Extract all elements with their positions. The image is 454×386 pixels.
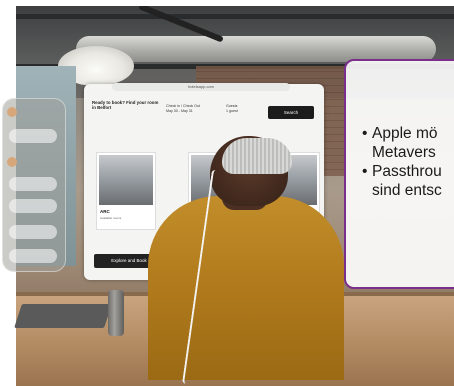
bullet-item: • Passthrou [362, 162, 454, 181]
avatar [7, 107, 17, 117]
cup [108, 290, 124, 336]
hero-heading: Ready to book? Find your room in Belfort [92, 100, 159, 111]
bullet-text-cont: Metavers [372, 144, 436, 161]
headset [222, 138, 292, 174]
bullet-dot: • [362, 125, 368, 142]
hotel-subtext: Available rooms [100, 216, 122, 220]
tablet [14, 304, 112, 328]
bullet-list: • Apple mö Metavers • Passthrou sind ent… [362, 124, 454, 200]
message-bubble [9, 177, 57, 191]
person-sweater [148, 196, 344, 380]
bullet-dot: • [362, 163, 368, 180]
message-bubble [9, 199, 57, 213]
bullet-text: Apple mö [372, 125, 438, 142]
ceiling-beam [16, 14, 454, 19]
avatar [7, 157, 17, 167]
message-bubble [9, 129, 57, 143]
messages-window[interactable] [2, 98, 66, 272]
guests-field[interactable]: Guests 1 guest [226, 104, 238, 113]
message-input[interactable] [9, 249, 57, 263]
hotel-image [99, 155, 153, 205]
guests-value: 1 guest [226, 108, 238, 113]
checkin-value: May 30 - May 31 [166, 108, 193, 113]
hotel-card[interactable]: ARC Available rooms [96, 152, 156, 230]
checkin-label: Check in / Check Out [166, 104, 200, 108]
bullet-item: • Apple mö [362, 124, 454, 143]
bullet-text-cont: sind entsc [372, 182, 442, 199]
checkin-field[interactable]: Check in / Check Out May 30 - May 31 [166, 104, 200, 113]
bullet-text: Passthrou [372, 163, 442, 180]
guests-label: Guests [226, 104, 238, 108]
search-button[interactable]: Search [268, 106, 314, 119]
message-bubble [9, 225, 57, 239]
hotel-name: ARC [100, 209, 110, 214]
url-bar[interactable]: hotelsapp.com [112, 83, 290, 91]
